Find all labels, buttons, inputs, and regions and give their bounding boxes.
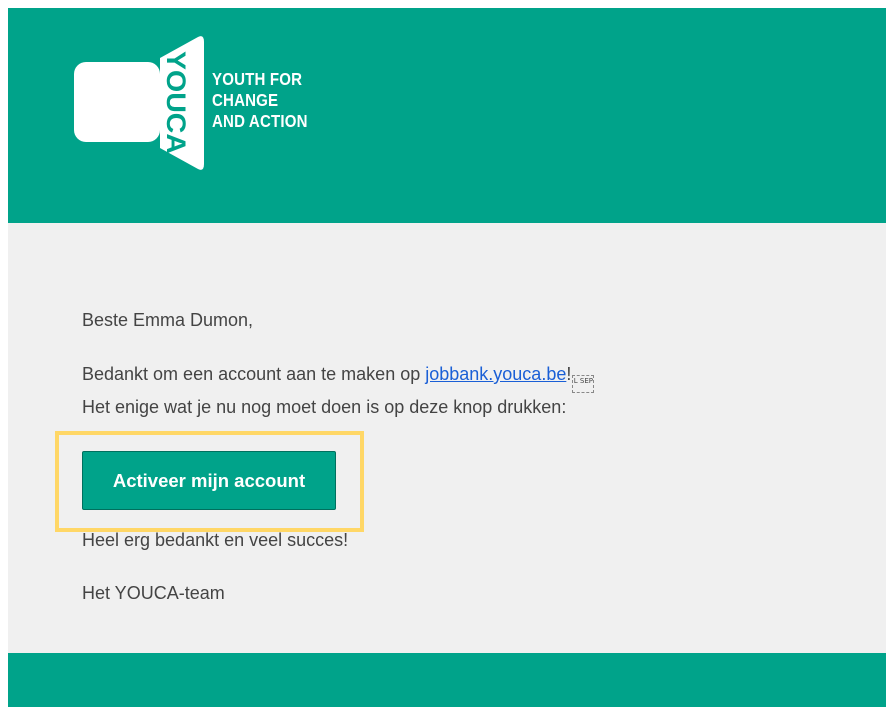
email-container: YOUCA YOUTH FOR CHANGE AND ACTION Beste … <box>8 8 886 707</box>
email-body: Beste Emma Dumon, Bedankt om een account… <box>8 223 886 653</box>
signoff-text: Het YOUCA-team <box>82 583 225 603</box>
closing-text: Heel erg bedankt en veel succes! <box>82 530 349 550</box>
tagline-line-3: AND ACTION <box>212 111 308 131</box>
email-header: YOUCA YOUTH FOR CHANGE AND ACTION <box>8 8 886 223</box>
youca-megaphone-icon: YOUCA <box>74 36 204 170</box>
jobbank-link[interactable]: jobbank.youca.be <box>425 364 566 384</box>
separator-glyph-icon: L SEP <box>572 375 595 393</box>
email-footer <box>8 653 886 707</box>
youca-logo: YOUCA <box>74 33 204 173</box>
tagline-line-2: CHANGE <box>212 90 279 110</box>
thanks-suffix: ! <box>566 364 572 384</box>
thanks-line: Bedankt om een account aan te maken op j… <box>82 364 595 393</box>
logo-wordmark: YOUCA <box>161 51 191 154</box>
tagline-line-1: YOUTH FOR <box>212 69 303 89</box>
greeting-text: Beste Emma Dumon, <box>82 310 254 330</box>
logo-tagline: YOUTH FOR CHANGE AND ACTION <box>212 69 308 132</box>
activate-account-button[interactable]: Activeer mijn account <box>82 451 336 510</box>
instruction-text: Het enige wat je nu nog moet doen is op … <box>82 397 567 417</box>
thanks-prefix: Bedankt om een account aan te maken op <box>82 364 426 384</box>
